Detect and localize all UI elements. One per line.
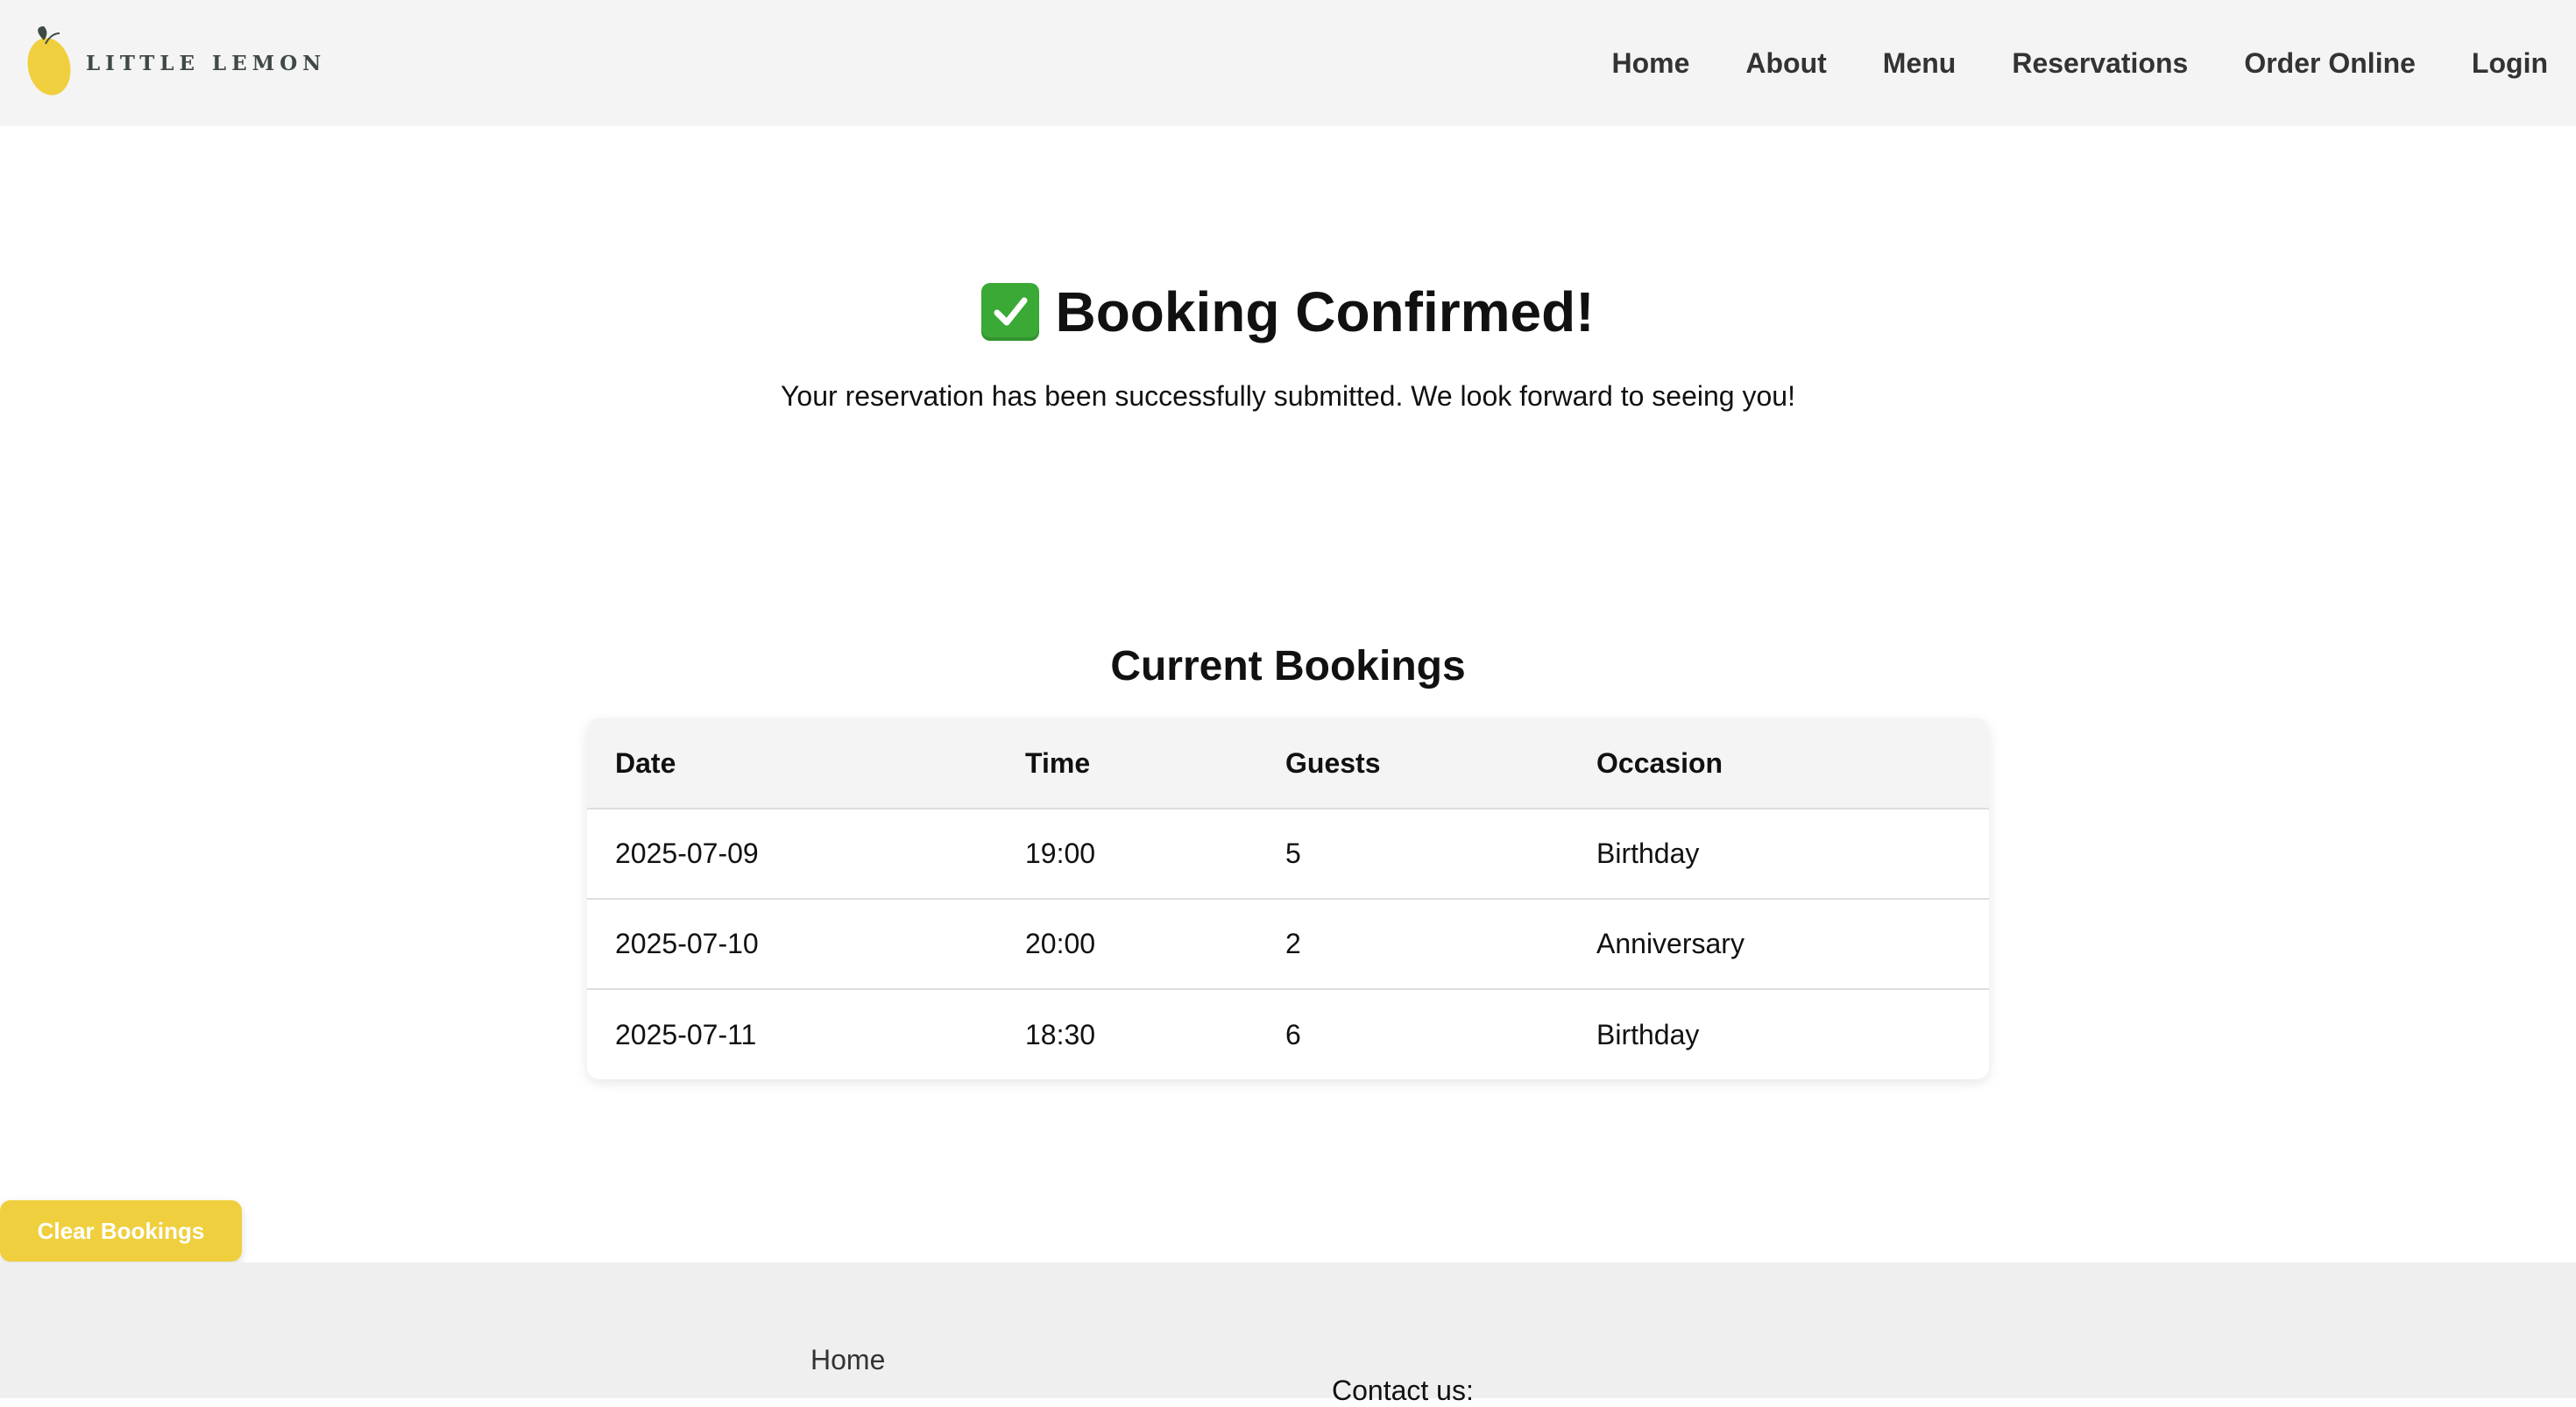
table-row: 2025-07-11 18:30 6 Birthday	[587, 988, 1989, 1079]
column-header-occasion: Occasion	[1568, 718, 1989, 809]
table-header-row: Date Time Guests Occasion	[587, 718, 1989, 809]
main-nav: Home About Menu Reservations Order Onlin…	[1611, 39, 2548, 88]
nav-order-online[interactable]: Order Online	[2244, 39, 2416, 88]
cell-guests: 2	[1257, 898, 1568, 989]
cell-date: 2025-07-09	[587, 808, 997, 899]
table-row: 2025-07-10 20:00 2 Anniversary	[587, 898, 1989, 989]
confirmation-section: Booking Confirmed! Your reservation has …	[0, 273, 2576, 415]
footer-link-home[interactable]: Home	[810, 1344, 885, 1376]
footer-contact-label: Contact us:	[1332, 1375, 1474, 1406]
cell-occasion: Birthday	[1568, 808, 1989, 899]
cell-date: 2025-07-10	[587, 898, 997, 989]
nav-menu[interactable]: Menu	[1883, 39, 1957, 88]
cell-time: 18:30	[997, 988, 1257, 1079]
site-footer: Home Contact us:	[0, 1262, 2576, 1406]
cell-occasion: Anniversary	[1568, 898, 1989, 989]
column-header-guests: Guests	[1257, 718, 1568, 809]
cell-occasion: Birthday	[1568, 988, 1989, 1079]
bookings-table: Date Time Guests Occasion 2025-07-09 19:…	[587, 718, 1989, 1079]
cell-time: 19:00	[997, 808, 1257, 899]
check-mark-icon	[981, 283, 1040, 341]
brand-name: LITTLE LEMON	[86, 51, 327, 75]
nav-reservations[interactable]: Reservations	[2012, 39, 2188, 88]
site-header: LITTLE LEMON Home About Menu Reservation…	[0, 0, 2576, 126]
cell-date: 2025-07-11	[587, 988, 997, 1079]
bookings-title: Current Bookings	[1110, 643, 1466, 689]
column-header-time: Time	[997, 718, 1257, 809]
cell-time: 20:00	[997, 898, 1257, 989]
confirmation-message: Your reservation has been successfully s…	[781, 380, 1795, 412]
brand-logo[interactable]: LITTLE LEMON	[25, 25, 326, 102]
confirmation-title: Booking Confirmed!	[1055, 280, 1595, 343]
cell-guests: 6	[1257, 988, 1568, 1079]
table-row: 2025-07-09 19:00 5 Birthday	[587, 808, 1989, 899]
cell-guests: 5	[1257, 808, 1568, 899]
nav-home[interactable]: Home	[1611, 39, 1689, 88]
nav-about[interactable]: About	[1745, 39, 1826, 88]
confirmation-heading: Booking Confirmed!	[981, 273, 1595, 350]
clear-bookings-button[interactable]: Clear Bookings	[0, 1200, 242, 1262]
column-header-date: Date	[587, 718, 997, 809]
nav-login[interactable]: Login	[2472, 39, 2548, 88]
lemon-icon	[25, 23, 74, 104]
